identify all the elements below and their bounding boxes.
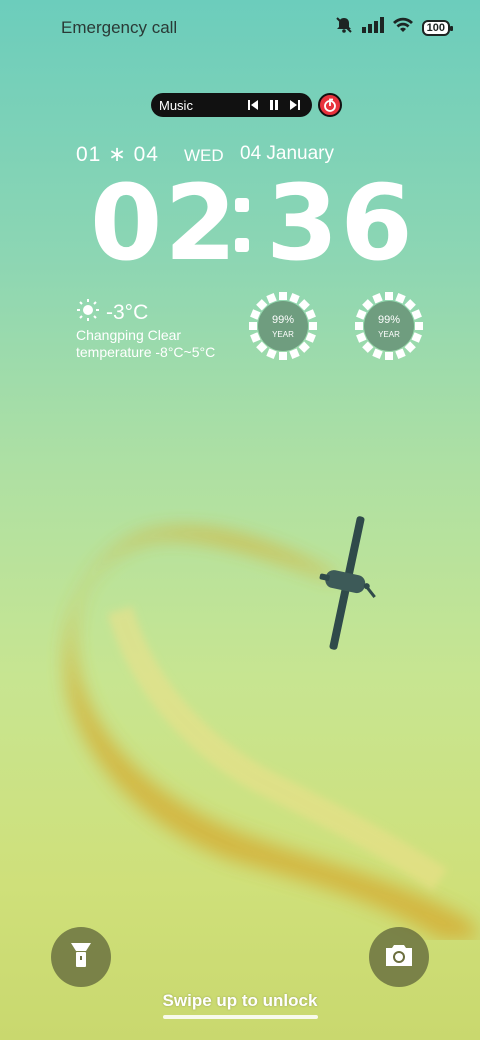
ring-tick [305, 332, 316, 343]
clock: 02 36 [88, 162, 413, 284]
previous-icon[interactable] [248, 100, 258, 110]
status-bar: Emergency call 100 [0, 0, 480, 56]
weather-widget[interactable]: -3°C Changping Clear temperature -8°C~5°… [76, 298, 246, 361]
home-indicator[interactable] [163, 1015, 318, 1019]
camera-icon [384, 943, 414, 972]
ring-tick [249, 322, 257, 330]
ring-tick [355, 322, 363, 330]
flashlight-button[interactable] [51, 927, 111, 987]
signal-icon [361, 17, 384, 38]
flashlight-icon [70, 942, 92, 973]
battery-icon: 100 [421, 19, 454, 36]
emergency-call-link[interactable]: Emergency call [61, 18, 177, 38]
year-progress-ring: 99% YEAR [354, 291, 424, 361]
music-label: Music [159, 97, 193, 113]
music-app-icon[interactable] [318, 93, 342, 117]
ring-tick [289, 348, 300, 359]
mute-icon [335, 16, 353, 39]
ring-tick [411, 332, 422, 343]
wallpaper-airplane-image [65, 516, 480, 940]
wifi-icon [392, 17, 413, 38]
music-controls [248, 100, 300, 110]
next-icon[interactable] [290, 100, 300, 110]
ring-tick [279, 352, 287, 360]
sun-icon [76, 298, 100, 327]
pause-icon[interactable] [270, 100, 278, 110]
ring-unit: YEAR [272, 329, 294, 339]
clock-colon-top [235, 198, 249, 212]
camera-button[interactable] [369, 927, 429, 987]
weather-location: Changping Clear [76, 327, 182, 343]
ring-tick [415, 322, 423, 330]
swipe-unlock-hint: Swipe up to unlock [162, 991, 318, 1010]
ring-tick [309, 322, 317, 330]
ring-unit: YEAR [378, 329, 400, 339]
year-progress-ring: 99% YEAR [248, 291, 318, 361]
ring-tick [385, 292, 393, 300]
ring-tick [279, 292, 287, 300]
clock-colon-bottom [235, 238, 249, 252]
music-widget[interactable]: Music [151, 93, 312, 117]
ring-percent: 99% [271, 313, 295, 326]
ring-tick [385, 352, 393, 360]
weather-temperature: -3°C [106, 300, 149, 324]
ring-percent: 99% [377, 313, 401, 326]
ring-tick [395, 348, 406, 359]
status-icons: 100 [335, 16, 454, 39]
clock-hours: 02 [90, 162, 239, 284]
clock-minutes: 36 [266, 162, 415, 284]
weather-range: temperature -8°C~5°C [76, 344, 216, 360]
